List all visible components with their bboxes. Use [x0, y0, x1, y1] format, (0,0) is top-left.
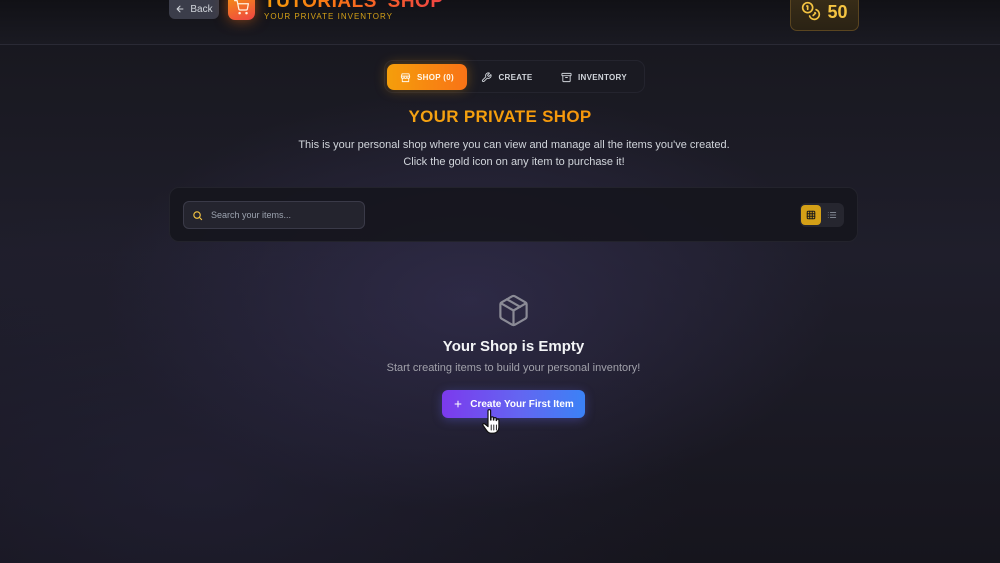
list-view-button[interactable] [822, 205, 842, 225]
store-icon [400, 72, 411, 82]
shopping-cart-icon [228, 0, 255, 20]
tab-create-label: CREATE [498, 72, 533, 82]
back-button[interactable]: Back [169, 0, 219, 19]
view-toggle [800, 203, 844, 227]
empty-state-description: Start creating items to build your perso… [386, 362, 641, 374]
coins-icon [802, 1, 821, 20]
coin-balance: 50 [790, 0, 859, 31]
hand-pointer-cursor-icon [482, 409, 500, 434]
tab-shop-label: SHOP (0) [417, 72, 454, 82]
page-description: This is your personal shop where you can… [298, 139, 730, 168]
tab-inventory[interactable]: INVENTORY [557, 64, 631, 90]
tab-inventory-label: INVENTORY [578, 72, 627, 82]
wrench-icon [482, 71, 492, 82]
grid-view-button[interactable] [801, 205, 821, 225]
tab-shop[interactable]: SHOP (0) [387, 64, 467, 90]
search-toolbar [169, 187, 858, 242]
arrow-left-icon [176, 5, 184, 13]
create-first-item-button[interactable]: Create Your First Item [442, 390, 585, 418]
back-button-label: Back [190, 3, 213, 15]
list-icon [827, 212, 837, 218]
tab-create[interactable]: CREATE [479, 64, 535, 90]
coin-count: 50 [827, 2, 848, 22]
search-box[interactable] [183, 201, 365, 229]
tab-bar: SHOP (0) CREATE INVENTORY [384, 60, 645, 93]
shop-subtitle: YOUR PRIVATE INVENTORY [264, 12, 393, 21]
search-input[interactable] [211, 210, 361, 220]
search-icon [193, 210, 203, 220]
page-title: YOUR PRIVATE SHOP [0, 107, 1000, 127]
plus-icon [454, 400, 462, 408]
grid-icon [806, 210, 816, 220]
package-icon [499, 294, 528, 327]
empty-state-title: Your Shop is Empty [442, 338, 585, 355]
top-header: Back TUTORIALS' SHOP YOUR PRIVATE INVENT… [0, 0, 1000, 45]
archive-box-icon [561, 72, 572, 82]
